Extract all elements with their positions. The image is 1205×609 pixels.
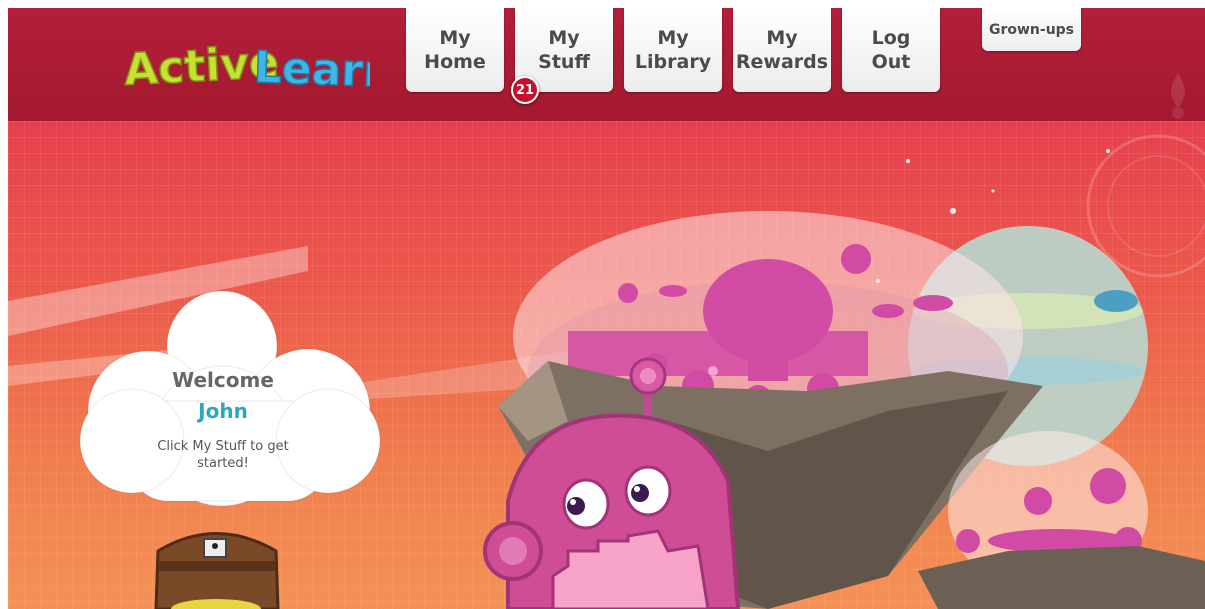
nav-my-home-button[interactable]: My Home [406, 8, 504, 92]
treasure-chest [154, 532, 280, 609]
nav-my-rewards-button[interactable]: My Rewards [733, 8, 831, 92]
grown-ups-label: Grown-ups [988, 21, 1075, 38]
activelearn-logo[interactable]: Active Learn [120, 26, 370, 96]
nav-my-library-label: My Library [634, 27, 712, 73]
hero-scene: Welcome John Click My Stuff to get start… [8, 121, 1205, 609]
my-stuff-count-badge: 21 [511, 76, 539, 104]
svg-text:Learn: Learn [253, 42, 370, 96]
welcome-heading: Welcome [172, 368, 274, 392]
nav-my-library-button[interactable]: My Library [624, 8, 722, 92]
top-header: Active Learn My Home My Stuff My Library… [8, 8, 1205, 121]
nav-log-out-label: Log Out [871, 27, 911, 73]
nav-my-stuff-label: My Stuff [538, 27, 590, 73]
welcome-hint: Click My Stuff to get started! [157, 439, 289, 471]
nav-my-home-label: My Home [424, 27, 486, 73]
app-frame: Active Learn My Home My Stuff My Library… [8, 8, 1205, 609]
user-name: John [198, 399, 248, 423]
fleur-de-lis-icon [1171, 73, 1185, 119]
scene-illustration [8, 134, 1205, 609]
nav-my-rewards-label: My Rewards [735, 27, 829, 73]
nav-log-out-button[interactable]: Log Out [842, 8, 940, 92]
grown-ups-button[interactable]: Grown-ups [982, 8, 1081, 51]
